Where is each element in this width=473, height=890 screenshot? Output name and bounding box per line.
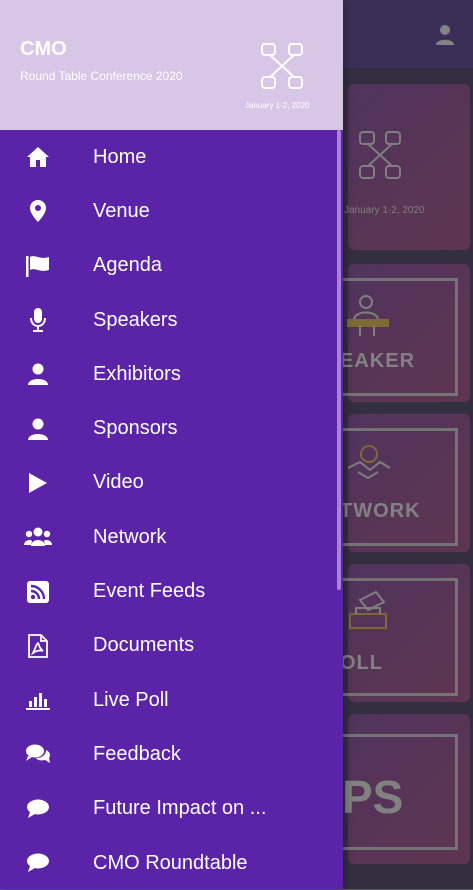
card-label: EAKER bbox=[340, 350, 416, 372]
user-profile-icon[interactable] bbox=[435, 24, 455, 46]
map-pin-icon bbox=[24, 197, 52, 225]
menu-item-label: Event Feeds bbox=[93, 580, 206, 603]
menu-item-speakers[interactable]: Speakers bbox=[0, 293, 337, 347]
menu-item-label: Venue bbox=[93, 199, 150, 222]
play-icon bbox=[24, 469, 52, 497]
network-card[interactable]: TWORK bbox=[328, 414, 470, 552]
menu-item-exhibitors[interactable]: Exhibitors bbox=[0, 347, 337, 401]
menu-item-label: Agenda bbox=[93, 254, 162, 277]
comment-icon bbox=[24, 849, 52, 877]
user-icon bbox=[24, 415, 52, 443]
drawer-menu: Home Venue Agenda Speakers Exhibitors Sp… bbox=[0, 130, 337, 890]
rss-icon bbox=[24, 578, 52, 606]
menu-item-label: Future Impact on ... bbox=[93, 797, 267, 820]
card-label: PS bbox=[342, 771, 404, 823]
bar-chart-icon bbox=[24, 686, 52, 714]
users-icon bbox=[24, 523, 52, 551]
menu-item-agenda[interactable]: Agenda bbox=[0, 239, 337, 293]
menu-item-documents[interactable]: Documents bbox=[0, 619, 337, 673]
conference-date: January 1-2, 2020 bbox=[344, 205, 425, 216]
menu-item-future-impact[interactable]: Future Impact on ... bbox=[0, 782, 337, 836]
comments-icon bbox=[24, 740, 52, 768]
speaker-card[interactable]: EAKER bbox=[328, 264, 470, 402]
menu-item-label: Feedback bbox=[93, 742, 181, 765]
pdf-file-icon bbox=[24, 632, 52, 660]
menu-item-label: Speakers bbox=[93, 308, 178, 331]
menu-item-home[interactable]: Home bbox=[0, 130, 337, 184]
sponsors-card[interactable]: PS bbox=[328, 714, 470, 864]
user-icon bbox=[24, 360, 52, 388]
menu-item-live-poll[interactable]: Live Poll bbox=[0, 673, 337, 727]
menu-item-label: Live Poll bbox=[93, 688, 169, 711]
drawer-header: CMO Round Table Conference 2020 January … bbox=[0, 0, 343, 130]
menu-item-label: Network bbox=[93, 525, 167, 548]
menu-item-network[interactable]: Network bbox=[0, 510, 337, 564]
home-icon bbox=[24, 143, 52, 171]
menu-item-label: Documents bbox=[93, 634, 195, 657]
conference-logo-icon bbox=[258, 40, 306, 92]
menu-item-video[interactable]: Video bbox=[0, 456, 337, 510]
handshake-icon bbox=[346, 442, 392, 482]
menu-item-label: Home bbox=[93, 145, 147, 168]
menu-item-label: CMO Roundtable bbox=[93, 851, 248, 874]
conference-date: January 1-2, 2020 bbox=[245, 101, 310, 110]
comment-icon bbox=[24, 795, 52, 823]
menu-item-cmo-roundtable[interactable]: CMO Roundtable bbox=[0, 836, 337, 890]
navigation-drawer: CMO Round Table Conference 2020 January … bbox=[0, 0, 343, 889]
ballot-box-icon bbox=[346, 588, 392, 634]
menu-item-label: Exhibitors bbox=[93, 362, 181, 385]
app-title: CMO bbox=[20, 38, 67, 60]
menu-item-label: Video bbox=[93, 471, 144, 494]
flag-icon bbox=[24, 252, 52, 280]
conference-logo-icon bbox=[354, 128, 406, 184]
conference-card[interactable]: January 1-2, 2020 bbox=[344, 84, 470, 250]
speaker-podium-icon bbox=[346, 292, 390, 336]
card-label: TWORK bbox=[340, 500, 421, 522]
menu-item-sponsors[interactable]: Sponsors bbox=[0, 401, 337, 455]
drawer-scrollbar[interactable] bbox=[337, 130, 341, 590]
menu-item-event-feeds[interactable]: Event Feeds bbox=[0, 564, 337, 618]
menu-item-venue[interactable]: Venue bbox=[0, 184, 337, 238]
conference-subtitle: Round Table Conference 2020 bbox=[20, 69, 183, 83]
microphone-icon bbox=[24, 306, 52, 334]
card-label: OLL bbox=[340, 652, 383, 674]
menu-item-label: Sponsors bbox=[93, 417, 178, 440]
menu-item-feedback[interactable]: Feedback bbox=[0, 727, 337, 781]
poll-card[interactable]: OLL bbox=[328, 564, 470, 702]
